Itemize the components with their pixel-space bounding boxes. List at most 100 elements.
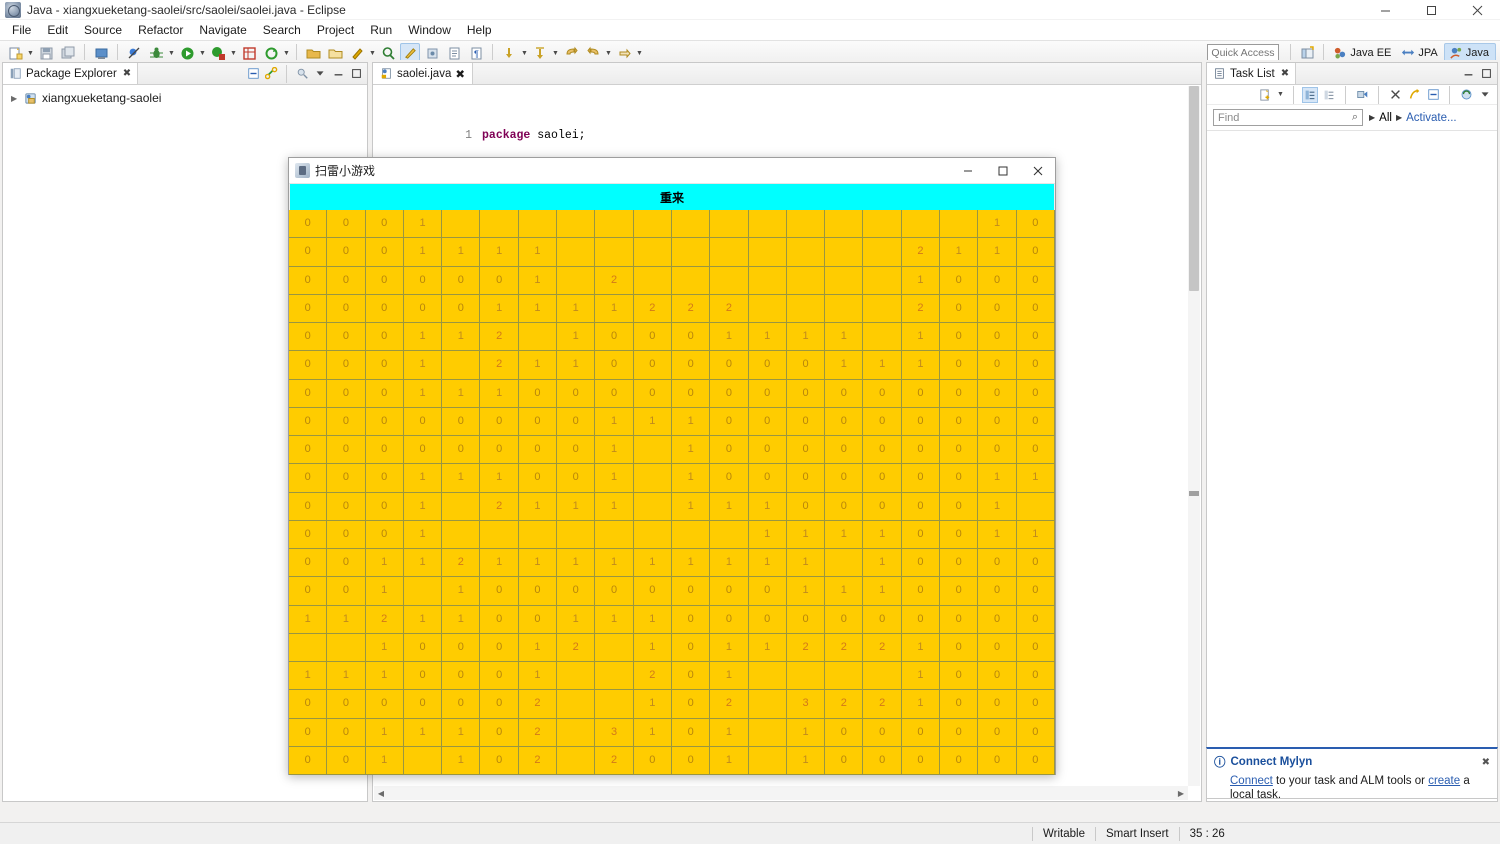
grid-cell[interactable]	[825, 267, 863, 295]
grid-cell[interactable]	[480, 210, 518, 238]
grid-cell[interactable]: 0	[327, 351, 365, 379]
grid-cell[interactable]	[480, 521, 518, 549]
grid-cell[interactable]	[749, 690, 787, 718]
grid-cell[interactable]: 1	[749, 549, 787, 577]
grid-cell[interactable]: 1	[787, 549, 825, 577]
grid-cell[interactable]: 0	[404, 634, 442, 662]
grid-cell[interactable]: 0	[595, 380, 633, 408]
grid-cell[interactable]: 0	[978, 606, 1016, 634]
grid-cell[interactable]	[442, 351, 480, 379]
grid-cell[interactable]: 1	[1017, 521, 1055, 549]
grid-cell[interactable]: 0	[480, 436, 518, 464]
grid-cell[interactable]: 1	[978, 464, 1016, 492]
grid-cell[interactable]	[595, 238, 633, 266]
grid-cell[interactable]: 2	[672, 295, 710, 323]
grid-cell[interactable]	[940, 210, 978, 238]
grid-cell[interactable]	[519, 521, 557, 549]
grid-cell[interactable]	[634, 464, 672, 492]
grid-cell[interactable]: 0	[940, 521, 978, 549]
grid-cell[interactable]: 0	[710, 436, 748, 464]
grid-cell[interactable]: 0	[1017, 634, 1055, 662]
grid-cell[interactable]	[863, 210, 901, 238]
activate-link[interactable]: Activate...	[1406, 112, 1457, 124]
scheduled-view-icon[interactable]	[1321, 87, 1337, 103]
mylyn-create-link[interactable]: create	[1428, 775, 1460, 787]
grid-cell[interactable]: 0	[749, 577, 787, 605]
grid-cell[interactable]	[634, 493, 672, 521]
grid-cell[interactable]: 2	[366, 606, 404, 634]
grid-cell[interactable]: 0	[327, 719, 365, 747]
grid-cell[interactable]: 0	[404, 662, 442, 690]
grid-cell[interactable]: 1	[404, 323, 442, 351]
grid-cell[interactable]: 0	[863, 380, 901, 408]
maximize-icon[interactable]	[1408, 0, 1454, 20]
grid-cell[interactable]: 1	[404, 606, 442, 634]
grid-cell[interactable]: 1	[825, 351, 863, 379]
grid-cell[interactable]: 3	[787, 690, 825, 718]
close-icon[interactable]	[1454, 0, 1500, 20]
grid-cell[interactable]: 1	[825, 323, 863, 351]
grid-cell[interactable]: 1	[787, 323, 825, 351]
grid-cell[interactable]: 1	[672, 408, 710, 436]
grid-cell[interactable]	[749, 719, 787, 747]
grid-cell[interactable]: 0	[366, 380, 404, 408]
grid-cell[interactable]: 1	[404, 521, 442, 549]
grid-cell[interactable]: 0	[327, 238, 365, 266]
grid-cell[interactable]: 0	[902, 408, 940, 436]
package-explorer-tab-close-icon[interactable]: ✖	[123, 68, 131, 79]
grid-cell[interactable]: 0	[327, 690, 365, 718]
grid-cell[interactable]: 0	[825, 408, 863, 436]
menu-search[interactable]: Search	[255, 21, 309, 39]
grid-cell[interactable]: 0	[749, 606, 787, 634]
grid-cell[interactable]: 0	[863, 719, 901, 747]
grid-cell[interactable]: 0	[749, 351, 787, 379]
clear-filter-icon[interactable]	[1387, 87, 1403, 103]
maximize-view-icon[interactable]	[1478, 66, 1494, 82]
grid-cell[interactable]: 0	[519, 408, 557, 436]
grid-cell[interactable]: 1	[672, 464, 710, 492]
menu-run[interactable]: Run	[362, 21, 400, 39]
grid-cell[interactable]: 1	[595, 436, 633, 464]
grid-cell[interactable]: 1	[710, 493, 748, 521]
grid-cell[interactable]: 1	[710, 662, 748, 690]
grid-cell[interactable]: 0	[480, 577, 518, 605]
grid-cell[interactable]	[863, 323, 901, 351]
grid-cell[interactable]: 1	[366, 577, 404, 605]
tab-task-list[interactable]: Task List ✖	[1207, 63, 1296, 84]
grid-cell[interactable]: 1	[442, 238, 480, 266]
grid-cell[interactable]	[404, 747, 442, 775]
grid-cell[interactable]	[672, 210, 710, 238]
grid-cell[interactable]: 0	[749, 436, 787, 464]
new-task-dropdown-arrow[interactable]: ▼	[1276, 85, 1285, 105]
grid-cell[interactable]: 0	[710, 380, 748, 408]
grid-cell[interactable]: 0	[327, 295, 365, 323]
grid-cell[interactable]	[672, 521, 710, 549]
grid-cell[interactable]: 0	[1017, 408, 1055, 436]
grid-cell[interactable]: 1	[634, 719, 672, 747]
grid-cell[interactable]: 0	[289, 295, 327, 323]
menu-project[interactable]: Project	[309, 21, 362, 39]
grid-cell[interactable]: 0	[595, 577, 633, 605]
grid-cell[interactable]	[634, 267, 672, 295]
grid-cell[interactable]	[634, 521, 672, 549]
grid-cell[interactable]: 0	[289, 521, 327, 549]
grid-cell[interactable]: 1	[442, 577, 480, 605]
grid-cell[interactable]: 0	[940, 606, 978, 634]
grid-cell[interactable]: 2	[710, 295, 748, 323]
grid-cell[interactable]	[825, 295, 863, 323]
grid-cell[interactable]: 1	[366, 747, 404, 775]
grid-cell[interactable]: 0	[519, 577, 557, 605]
grid-cell[interactable]: 1	[902, 662, 940, 690]
grid-cell[interactable]: 1	[595, 295, 633, 323]
grid-cell[interactable]	[825, 662, 863, 690]
grid-cell[interactable]	[749, 662, 787, 690]
grid-cell[interactable]: 0	[519, 380, 557, 408]
grid-cell[interactable]: 0	[672, 634, 710, 662]
grid-cell[interactable]: 0	[442, 690, 480, 718]
grid-cell[interactable]: 0	[1017, 719, 1055, 747]
grid-cell[interactable]: 0	[404, 295, 442, 323]
grid-cell[interactable]: 0	[1017, 210, 1055, 238]
grid-cell[interactable]: 1	[519, 662, 557, 690]
grid-cell[interactable]: 0	[557, 464, 595, 492]
grid-cell[interactable]: 0	[404, 436, 442, 464]
